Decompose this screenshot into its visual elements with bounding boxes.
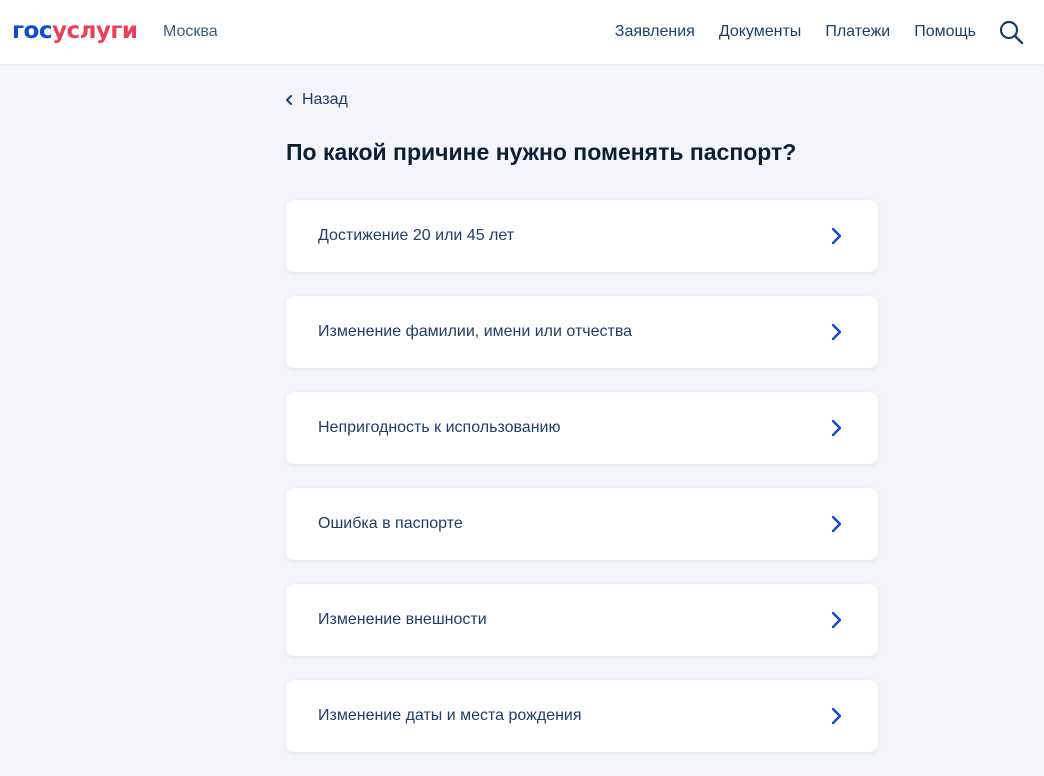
back-link[interactable]: Назад [284, 89, 348, 111]
option-unfit-for-use[interactable]: Непригодность к использованию [286, 392, 878, 464]
option-age-20-45[interactable]: Достижение 20 или 45 лет [286, 200, 878, 272]
option-label: Достижение 20 или 45 лет [318, 227, 515, 244]
site-header: госуслуги Москва Заявления Документы Пла… [0, 0, 1044, 64]
back-label: Назад [302, 91, 348, 108]
logo-part-gos: гос [12, 18, 52, 44]
nav-applications[interactable]: Заявления [615, 21, 695, 43]
logo-part-uslugi: услуги [51, 18, 138, 44]
nav-documents[interactable]: Документы [719, 21, 801, 43]
chevron-right-icon [831, 707, 842, 725]
option-label: Непригодность к использованию [318, 419, 561, 436]
chevron-right-icon [831, 419, 842, 437]
chevron-right-icon [831, 611, 842, 629]
chevron-right-icon [831, 515, 842, 533]
option-birth-data-change[interactable]: Изменение даты и места рождения [286, 680, 878, 752]
nav-payments[interactable]: Платежи [825, 21, 890, 43]
chevron-left-icon [286, 95, 292, 105]
option-name-change[interactable]: Изменение фамилии, имени или отчества [286, 296, 878, 368]
page-title: По какой причине нужно поменять паспорт? [286, 139, 797, 165]
option-appearance-change[interactable]: Изменение внешности [286, 584, 878, 656]
nav-help[interactable]: Помощь [914, 21, 976, 43]
option-passport-error[interactable]: Ошибка в паспорте [286, 488, 878, 560]
option-label: Ошибка в паспорте [318, 515, 463, 532]
city-selector[interactable]: Москва [163, 21, 218, 43]
option-label: Изменение внешности [318, 611, 487, 628]
chevron-right-icon [831, 323, 842, 341]
reason-options-list: Достижение 20 или 45 лет Изменение фамил… [286, 200, 878, 776]
main-nav: Заявления Документы Платежи Помощь [615, 21, 976, 43]
gosuslugi-logo[interactable]: госуслуги [12, 16, 138, 46]
option-label: Изменение даты и места рождения [318, 707, 582, 724]
option-label: Изменение фамилии, имени или отчества [318, 323, 633, 340]
search-icon[interactable] [998, 19, 1024, 45]
chevron-right-icon [831, 227, 842, 245]
